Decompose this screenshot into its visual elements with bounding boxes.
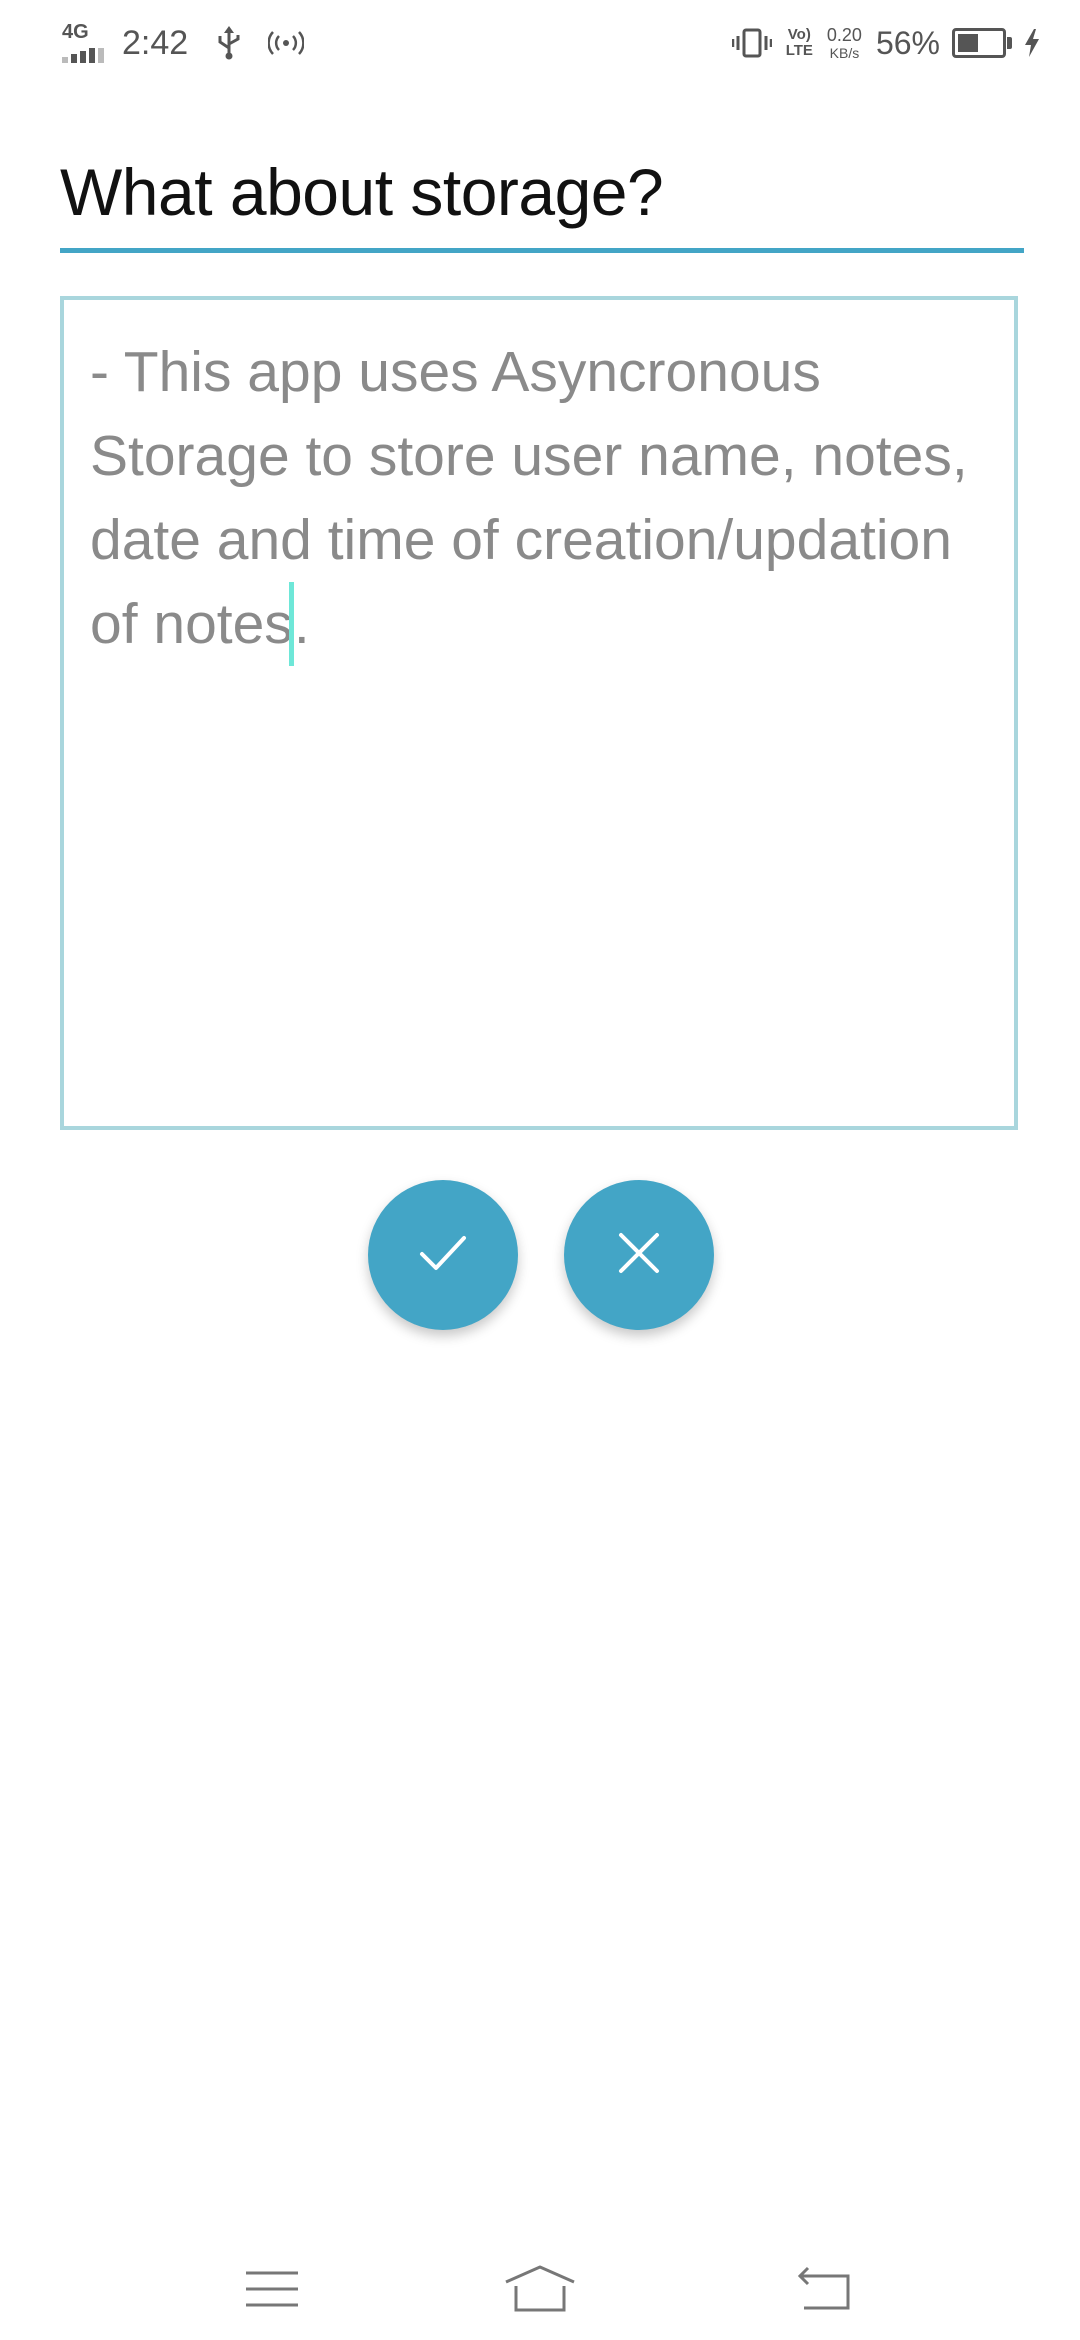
volte-indicator: Vo) LTE <box>786 27 813 59</box>
status-bar-right: Vo) LTE 0.20 KB/s 56% <box>731 18 1040 68</box>
note-body-text: - This app uses Asyncronous Storage to s… <box>90 330 990 666</box>
nav-home-button[interactable] <box>500 2256 580 2326</box>
nav-back-button[interactable] <box>784 2256 864 2326</box>
network-speed-value: 0.20 <box>826 25 862 45</box>
home-icon <box>503 2264 577 2319</box>
usb-icon <box>216 26 242 60</box>
signal-icon: 4G <box>60 21 110 65</box>
note-edit-screen: 4G 2:42 Vo) LTE 0.20 KB/s 56% What about… <box>0 0 1080 2340</box>
close-icon <box>615 1229 663 1282</box>
check-icon <box>416 1226 470 1285</box>
volte-top-label: Vo) <box>787 26 811 43</box>
cancel-button[interactable] <box>564 1180 714 1330</box>
hotspot-icon <box>268 31 305 55</box>
save-button[interactable] <box>368 1180 518 1330</box>
network-speed: 0.20 KB/s <box>827 25 862 61</box>
volte-bottom-label: LTE <box>785 42 813 59</box>
charging-icon <box>1024 29 1040 57</box>
vibrate-icon <box>731 28 772 58</box>
note-body-field[interactable]: - This app uses Asyncronous Storage to s… <box>60 296 1018 1130</box>
battery-icon <box>952 28 1012 58</box>
note-title: What about storage? <box>60 155 664 229</box>
note-body-content: - This app uses Asyncronous Storage to s… <box>90 340 984 666</box>
network-type: 4G <box>62 21 89 43</box>
battery-level-fill <box>958 34 978 52</box>
battery-percent: 56% <box>875 24 940 61</box>
status-bar: 4G 2:42 Vo) LTE 0.20 KB/s 56% <box>0 0 1080 84</box>
back-icon <box>796 2266 852 2317</box>
network-speed-unit: KB/s <box>829 45 860 61</box>
nav-menu-button[interactable] <box>232 2256 312 2326</box>
status-bar-left: 4G 2:42 <box>60 18 330 68</box>
menu-icon <box>244 2267 300 2316</box>
clock: 2:42 <box>122 23 189 62</box>
navigation-bar <box>0 2240 1080 2340</box>
title-field[interactable]: What about storage? <box>60 140 1024 253</box>
